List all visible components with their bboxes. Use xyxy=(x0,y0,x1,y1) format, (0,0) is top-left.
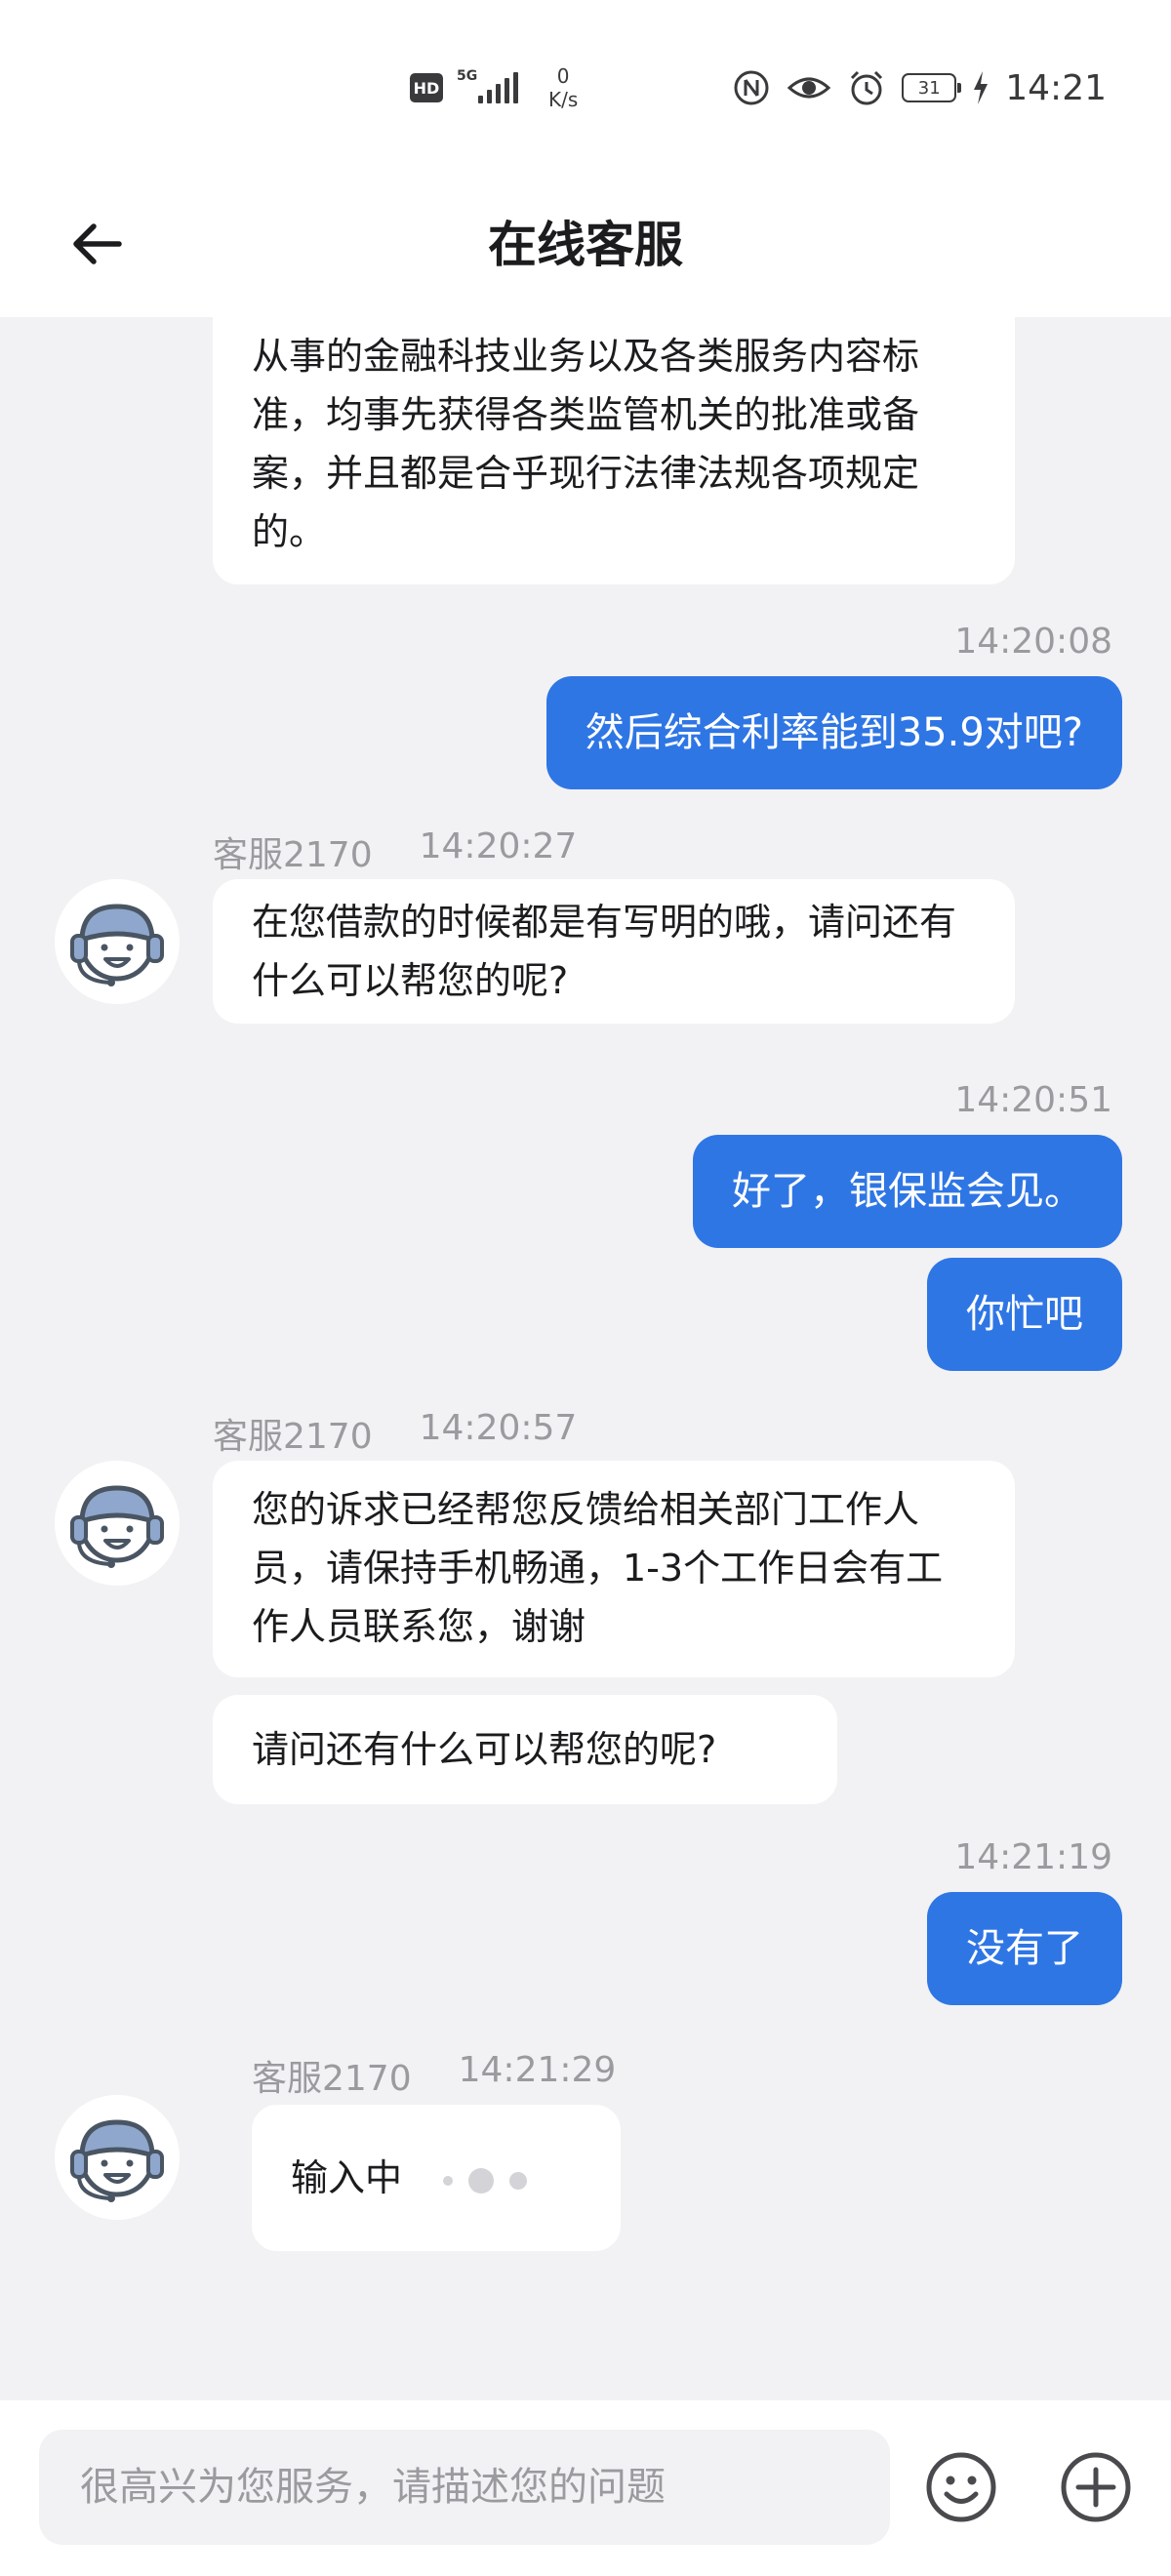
status-time: 14:21 xyxy=(1005,67,1107,108)
agent-typing-message: 输入中 xyxy=(252,2105,621,2251)
message-text: 您的诉求已经帮您反馈给相关部门工作人员，请保持手机畅通，1-3个工作日会有工作人… xyxy=(252,1488,944,1648)
agent-message: 从事的金融科技业务以及各类服务内容标准，均事先获得各类监管机关的批准或备案，并且… xyxy=(213,317,1015,584)
agent-avatar[interactable] xyxy=(55,1461,180,1586)
agent-message: 您的诉求已经帮您反馈给相关部门工作人员，请保持手机畅通，1-3个工作日会有工作人… xyxy=(213,1461,1015,1677)
message-input-container[interactable] xyxy=(39,2430,890,2545)
charging-icon xyxy=(972,70,989,105)
status-bar-left: HD 5G 0 K/s xyxy=(410,59,578,117)
network-type-label: 5G xyxy=(457,68,478,84)
agent-name: 客服2170 xyxy=(252,2059,412,2099)
net-speed: 0 K/s xyxy=(548,64,578,111)
net-speed-value: 0 xyxy=(556,64,570,88)
message-text: 在您借款的时候都是有写明的哦，请问还有什么可以帮您的呢? xyxy=(252,901,957,1002)
message-input[interactable] xyxy=(78,2464,851,2511)
agent-message-meta: 客服2170 14:21:29 xyxy=(252,2050,616,2101)
message-input-bar xyxy=(0,2400,1171,2576)
alarm-icon xyxy=(847,68,886,107)
app-header: 在线客服 xyxy=(0,176,1171,317)
agent-avatar[interactable] xyxy=(55,2095,180,2220)
hd-badge: HD xyxy=(410,73,443,102)
message-text: 然后综合利率能到35.9对吧? xyxy=(585,710,1083,755)
message-text: 你忙吧 xyxy=(966,1292,1083,1337)
agent-message: 请问还有什么可以帮您的呢? xyxy=(213,1695,837,1804)
typing-indicator xyxy=(443,2167,528,2194)
message-timestamp: 14:21:29 xyxy=(458,2050,617,2090)
message-timestamp: 14:20:27 xyxy=(419,826,578,866)
status-bar-right: 31 14:21 xyxy=(732,59,1107,117)
customer-service-avatar-icon xyxy=(55,879,180,1004)
customer-service-avatar-icon xyxy=(55,1461,180,1586)
message-timestamp: 14:20:51 xyxy=(954,1080,1112,1120)
page-title: 在线客服 xyxy=(488,217,683,273)
emoji-button[interactable] xyxy=(917,2443,1005,2531)
agent-message: 在您借款的时候都是有写明的哦，请问还有什么可以帮您的呢? xyxy=(213,879,1015,1024)
message-timestamp: 14:20:57 xyxy=(419,1408,578,1448)
message-timestamp: 14:20:08 xyxy=(954,622,1112,662)
agent-avatar[interactable] xyxy=(55,879,180,1004)
agent-name: 客服2170 xyxy=(213,835,373,875)
nfc-icon xyxy=(732,68,771,107)
message-text: 请问还有什么可以帮您的呢? xyxy=(252,1728,717,1771)
chat-messages[interactable]: 从事的金融科技业务以及各类服务内容标准，均事先获得各类监管机关的批准或备案，并且… xyxy=(0,317,1171,2400)
battery-icon: 31 xyxy=(902,73,962,102)
agent-name: 客服2170 xyxy=(213,1417,373,1457)
user-message: 然后综合利率能到35.9对吧? xyxy=(545,676,1122,789)
add-button[interactable] xyxy=(1052,2443,1140,2531)
user-message: 好了，银保监会见。 xyxy=(693,1135,1122,1248)
user-message: 你忙吧 xyxy=(927,1258,1122,1371)
add-icon xyxy=(1061,2452,1131,2522)
customer-service-avatar-icon xyxy=(55,2095,180,2220)
typing-label: 输入中 xyxy=(291,2156,403,2199)
battery-level: 31 xyxy=(917,77,941,99)
signal-icon: 5G xyxy=(457,68,518,107)
emoji-icon xyxy=(926,2452,996,2522)
message-text: 好了，银保监会见。 xyxy=(732,1169,1083,1214)
user-message: 没有了 xyxy=(927,1892,1122,2005)
status-bar: HD 5G 0 K/s 31 14:21 xyxy=(0,0,1171,176)
eye-icon xyxy=(787,68,831,107)
agent-message-meta: 客服2170 14:20:57 xyxy=(213,1408,577,1459)
message-timestamp: 14:21:19 xyxy=(954,1837,1112,1877)
net-speed-unit: K/s xyxy=(548,88,579,111)
agent-message-meta: 客服2170 14:20:27 xyxy=(213,826,577,877)
message-text: 没有了 xyxy=(966,1926,1083,1971)
message-text: 从事的金融科技业务以及各类服务内容标准，均事先获得各类监管机关的批准或备案，并且… xyxy=(252,335,920,553)
